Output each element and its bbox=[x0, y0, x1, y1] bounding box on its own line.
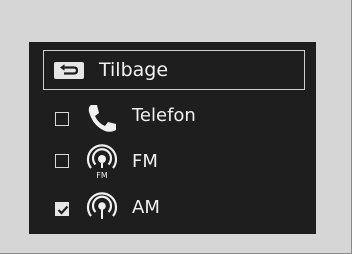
phone-icon bbox=[85, 102, 119, 140]
am-checkbox[interactable] bbox=[55, 202, 69, 216]
fm-radio-icon: FM bbox=[85, 142, 119, 184]
back-arrow-icon bbox=[54, 62, 84, 79]
fm-checkbox[interactable] bbox=[55, 154, 69, 168]
fm-label: FM bbox=[132, 151, 158, 172]
telefon-label: Telefon bbox=[132, 105, 196, 126]
menu-item-telefon[interactable]: Telefon bbox=[29, 98, 316, 138]
back-label: Tilbage bbox=[99, 59, 169, 81]
back-button[interactable]: Tilbage bbox=[43, 50, 305, 90]
fm-icon-text: FM bbox=[96, 171, 108, 180]
menu-item-am[interactable]: AM bbox=[29, 190, 316, 230]
page-frame: Tilbage Telefon FM FM AM bbox=[0, 0, 352, 254]
telefon-checkbox[interactable] bbox=[55, 112, 69, 126]
am-label: AM bbox=[132, 197, 160, 218]
am-radio-icon bbox=[85, 192, 119, 226]
menu-screen: Tilbage Telefon FM FM AM bbox=[29, 42, 316, 234]
menu-item-fm[interactable]: FM FM bbox=[29, 142, 316, 182]
